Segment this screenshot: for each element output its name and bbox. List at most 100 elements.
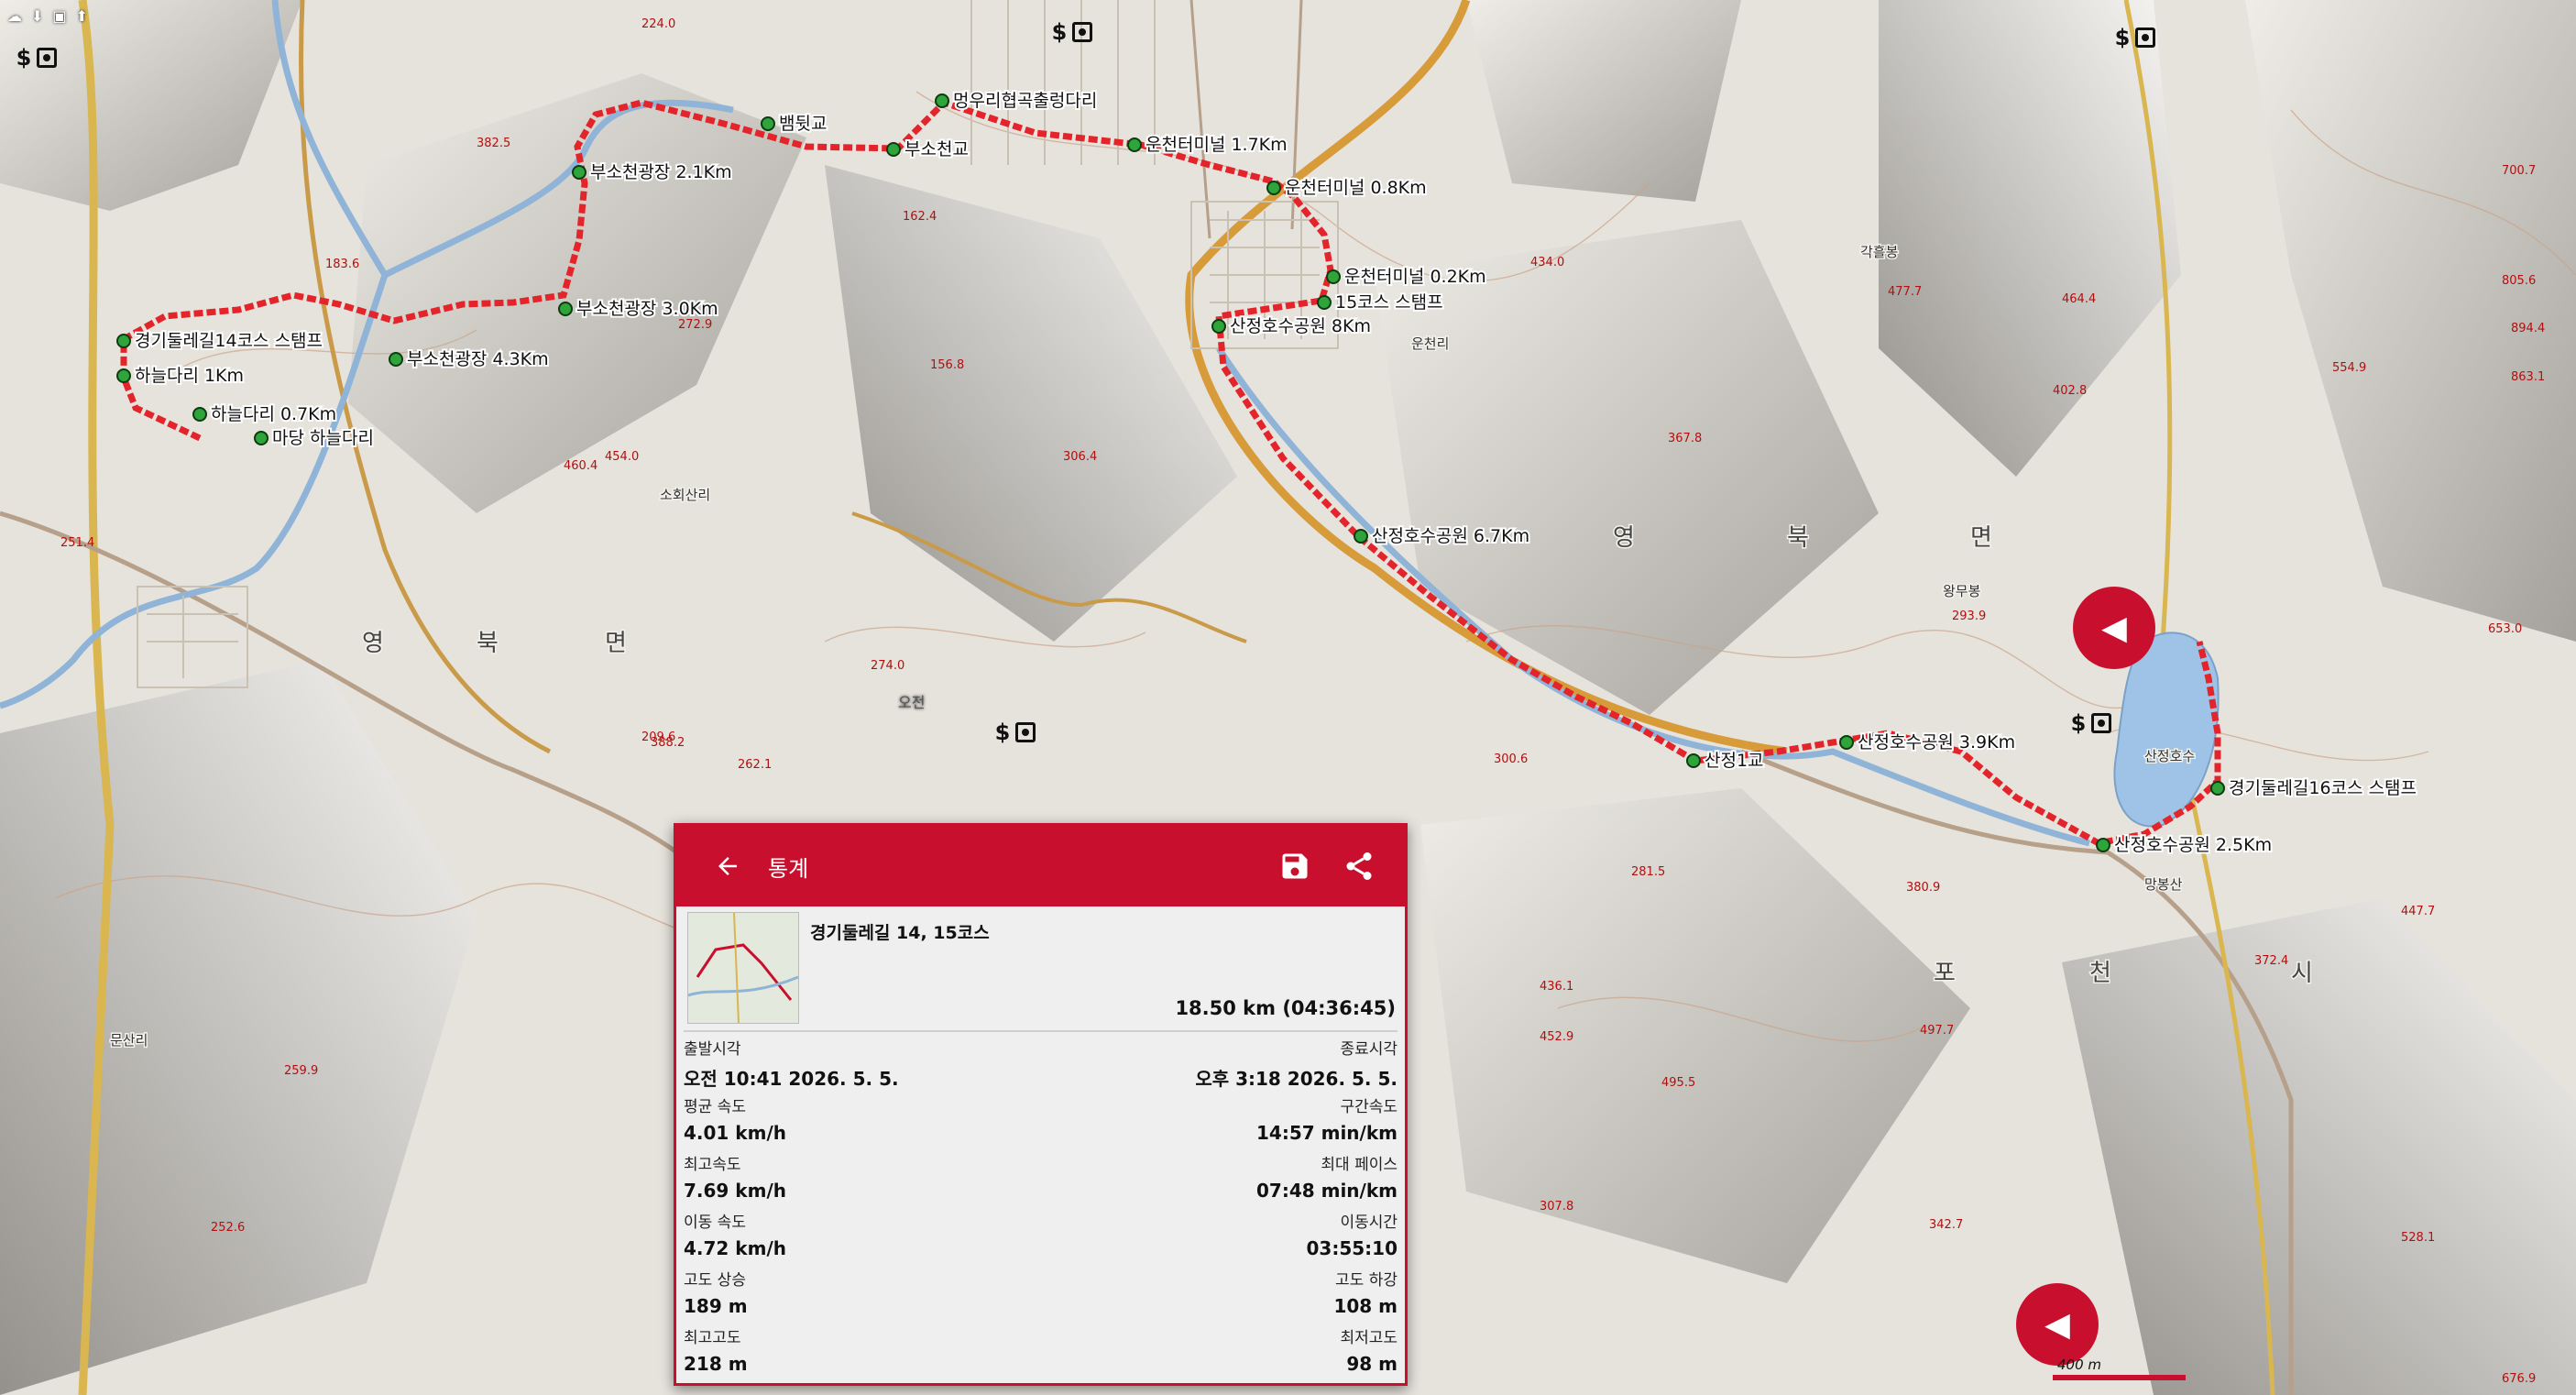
track-total-distance-time: 18.50 km (04:36:45) [1175,997,1396,1019]
stat-label: 평균 속도 [684,1098,746,1116]
chevron-left-icon: ◀ [2044,1305,2070,1344]
waypoint-label: 산정호수공원 6.7Km [1372,526,1529,546]
waypoint-marker[interactable]: 운천터미널 0.2Km [1326,265,1488,289]
stat-row: 출발시각 오전 10:41 2026. 5. 5. 종료시각 오후 3:18 2… [684,1032,1398,1090]
stat-label: 고도 하강 [1335,1271,1398,1290]
stat-value: 오후 3:18 2026. 5. 5. [1195,1068,1398,1090]
waypoint-pin-icon [1839,735,1854,750]
peak-elevation: 554.9 [2332,361,2366,375]
recording-icon [37,48,58,68]
waypoint-marker[interactable]: 산정호수공원 8Km [1211,314,1373,338]
waypoint-marker[interactable]: 부소천광장 2.1Km [572,160,734,184]
waypoint-marker[interactable]: 산정호수공원 2.5Km [2096,833,2274,857]
waypoint-pin-icon [116,334,131,348]
place-label: 왕무봉 [1943,583,1980,599]
waypoint-marker[interactable]: 하늘다리 0.7Km [192,402,338,426]
stat-left: 최고고도 218 m [684,1321,748,1379]
waypoint-pin-icon [558,302,573,316]
gps-status-chip-2[interactable]: $ [1045,15,1100,49]
recording-icon [1015,722,1036,742]
waypoint-label: 부소천광장 2.1Km [590,162,732,182]
waypoint-label: 하늘다리 0.7Km [211,404,336,424]
scale-label: 400 m [2057,1357,2102,1373]
peak-elevation: 460.4 [564,459,597,473]
cloud-icon: ☁ [7,6,22,25]
track-summary[interactable]: 경기둘레길 14, 15코스 18.50 km (04:36:45) [684,906,1398,1032]
waypoint-label: 산정1교 [1705,751,1764,771]
stat-right: 최저고도 98 m [1340,1321,1398,1379]
waypoint-label: 운천터미널 0.8Km [1285,178,1427,198]
peak-elevation: 495.5 [1661,1076,1695,1090]
peak-elevation: 224.0 [641,17,675,31]
waypoint-marker[interactable]: 운천터미널 1.7Km [1127,133,1289,157]
peak-elevation: 382.5 [477,137,510,150]
peak-elevation: 183.6 [325,258,359,271]
peak-elevation: 434.0 [1530,256,1564,269]
recording-icon [2135,27,2156,48]
status-ghost-text: 오전 [898,694,926,711]
upload-icon: ⬆ [75,6,88,25]
stat-label: 출발시각 [684,1040,741,1059]
gps-symbol-icon: $ [2070,710,2087,736]
peak-elevation: 259.9 [284,1064,318,1078]
back-button[interactable] [700,839,755,894]
stat-value: 108 m [1333,1295,1398,1317]
peak-elevation: 300.6 [1494,752,1528,766]
waypoint-marker[interactable]: 하늘다리 1Km [116,364,246,388]
waypoint-pin-icon [761,116,775,131]
peak-elevation: 156.8 [930,358,964,372]
waypoint-marker[interactable]: 경기둘레길14코스 스탬프 [116,329,324,353]
waypoint-marker[interactable]: 멍우리협곡출렁다리 [935,89,1099,113]
waypoint-pin-icon [1266,181,1281,195]
waypoint-marker[interactable]: 운천터미널 0.8Km [1266,176,1429,200]
collapse-panel-button-lower[interactable]: ◀ [2016,1283,2099,1366]
peak-elevation: 454.0 [605,450,639,464]
peak-elevation: 306.4 [1063,450,1097,464]
stat-left: 고도 상승 189 m [684,1263,748,1321]
waypoint-marker[interactable]: 15코스 스탬프 [1317,291,1445,314]
arrow-left-icon [718,857,737,875]
waypoint-label: 운천터미널 0.2Km [1344,267,1486,287]
collapse-panel-button[interactable]: ◀ [2073,587,2155,669]
place-label: 북 [477,630,499,657]
stat-label: 이동시간 [1340,1214,1398,1232]
chevron-left-icon: ◀ [2101,609,2127,647]
save-button[interactable] [1267,839,1322,894]
peak-elevation: 402.8 [2053,384,2087,398]
share-button[interactable] [1332,839,1387,894]
waypoint-pin-icon [2210,781,2225,796]
gps-symbol-icon: $ [16,45,32,71]
waypoint-marker[interactable]: 마당 하늘다리 [254,426,376,450]
peak-elevation: 262.1 [738,758,772,772]
gps-status-chip-3[interactable]: $ [2108,20,2163,55]
place-label: 산정호수 [2144,748,2195,764]
stat-row: 최고속도 7.69 km/h 최대 페이스 07:48 min/km [684,1148,1398,1205]
waypoint-marker[interactable]: 산정호수공원 6.7Km [1354,524,1531,548]
waypoint-marker[interactable]: 산정호수공원 3.9Km [1839,730,2017,754]
waypoint-label: 운천터미널 1.7Km [1145,135,1288,155]
waypoint-label: 마당 하늘다리 [272,428,374,448]
gps-status-chip-5[interactable]: $ [2064,706,2119,741]
recording-icon [2091,713,2112,733]
place-label: 면 [605,630,627,657]
waypoint-marker[interactable]: 부소천광장 3.0Km [558,297,720,321]
stat-right: 고도 하강 108 m [1333,1263,1398,1321]
waypoint-pin-icon [254,431,269,445]
share-icon [1346,852,1372,880]
stat-value: 7.69 km/h [684,1180,786,1202]
waypoint-pin-icon [1686,753,1701,768]
recording-icon [1072,22,1093,42]
stat-label: 고도 상승 [684,1271,746,1290]
stat-left: 이동 속도 4.72 km/h [684,1205,786,1263]
waypoint-marker[interactable]: 부소천광장 4.3Km [389,347,551,371]
waypoint-label: 산정호수공원 8Km [1230,316,1371,336]
place-label: 포 [1934,960,1956,987]
waypoint-marker[interactable]: 경기둘레길16코스 스탬프 [2210,776,2418,800]
gps-status-chip[interactable]: $ [9,40,64,75]
peak-elevation: 805.6 [2502,274,2536,288]
gps-status-chip-4[interactable]: $ [988,715,1043,750]
waypoint-pin-icon [572,165,586,180]
stat-right: 구간속도 14:57 min/km [1256,1090,1398,1148]
image-icon: ▣ [52,6,67,25]
stat-left: 출발시각 오전 10:41 2026. 5. 5. [684,1032,899,1090]
